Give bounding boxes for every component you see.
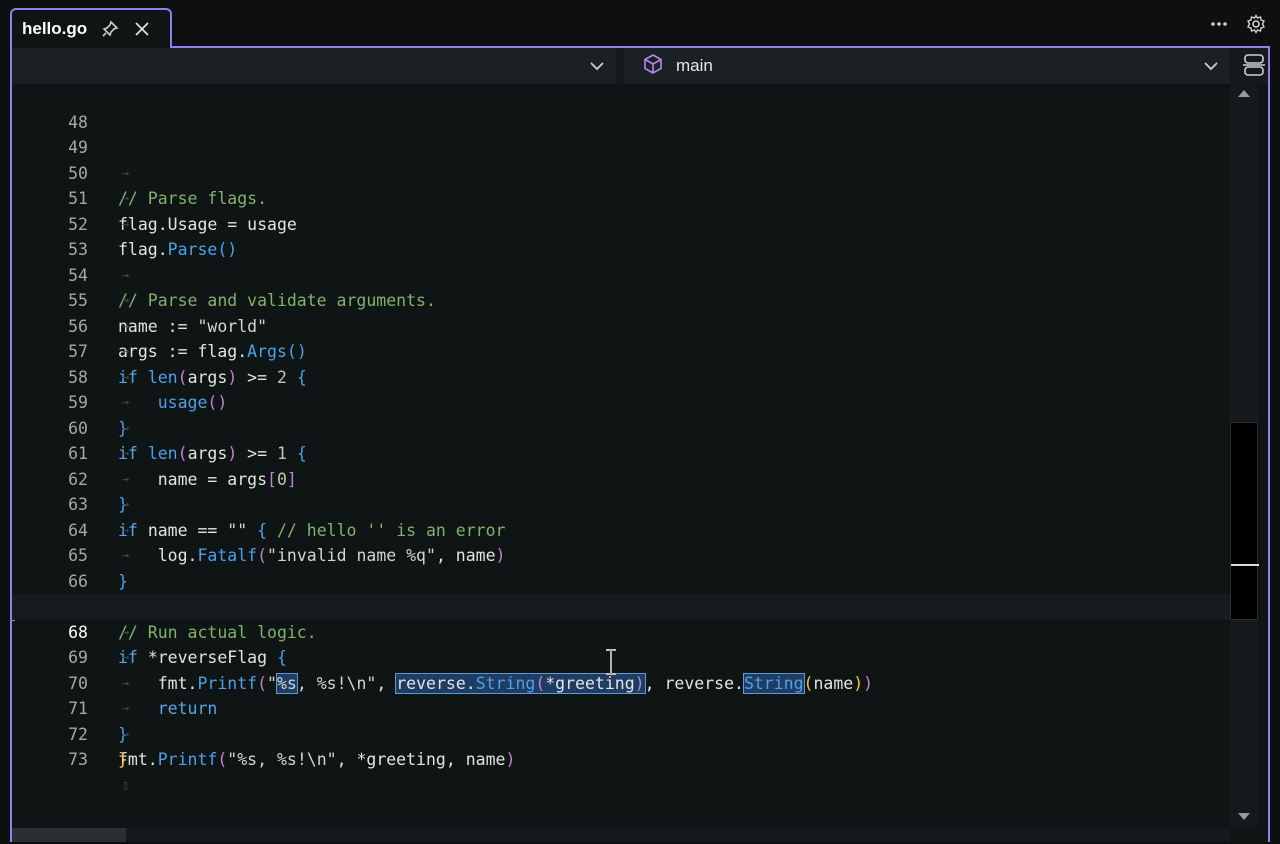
code-line: 50 → flag.Usage = usage <box>12 135 1230 234</box>
close-icon[interactable] <box>133 20 151 38</box>
vertical-scrollbar[interactable] <box>1230 84 1259 828</box>
code-line: 63 → log.Fatalf("invalid name %q", name) <box>12 467 1230 565</box>
code-line: 59 → if len(args) >= 1 { <box>12 365 1230 463</box>
code-line: 64 → } <box>12 492 1230 591</box>
scroll-up-icon[interactable] <box>1238 90 1250 97</box>
pin-icon[interactable] <box>101 20 119 38</box>
member-dropdown[interactable]: main <box>624 48 1230 84</box>
member-dropdown-value: main <box>676 56 713 75</box>
navigation-bar: main <box>12 48 1268 84</box>
code-line: 62 → if name == "" { // hello '' is an e… <box>12 441 1230 540</box>
end-of-file-glyph-icon: ▯ <box>122 777 130 792</box>
line-number: 73 <box>68 750 88 770</box>
chevron-down-icon <box>1202 57 1220 80</box>
code-line-current: 68 → fmt.Printf("%s, %s!\n", reverse.Str… <box>12 594 1230 694</box>
text-cursor-icon <box>603 648 619 681</box>
gear-icon[interactable] <box>1246 14 1266 34</box>
scroll-down-icon[interactable] <box>1238 813 1250 820</box>
code-token: ( <box>217 750 228 770</box>
scope-dropdown[interactable] <box>12 48 616 84</box>
code-line: 72 } <box>12 696 1230 770</box>
code-token: , *greeting, name <box>336 750 506 770</box>
code-line: 66 → // Run actual logic. <box>12 543 1230 642</box>
code-line: 61 → } <box>12 416 1230 514</box>
horizontal-scrollbar[interactable] <box>12 828 1230 842</box>
tab-bar: hello.go <box>0 0 1280 48</box>
horizontal-scrollbar-thumb[interactable] <box>12 828 126 842</box>
code-token: Printf <box>157 750 218 770</box>
code-line: 52 <box>12 186 1230 234</box>
code-line: 73 ▯ <box>12 722 1230 792</box>
code-line: 69 → return <box>12 620 1230 718</box>
string-literal: "%s, %s!\n" <box>227 750 337 770</box>
more-icon[interactable] <box>1210 21 1228 27</box>
scrollbar-cursor-marker <box>1231 564 1259 566</box>
code-line: 53 → // Parse and validate arguments. <box>12 212 1230 310</box>
code-line: 65 <box>12 518 1230 565</box>
code-line: 58 → } <box>12 339 1230 438</box>
code-line: 60 → name = args[0] <box>12 390 1230 489</box>
code-line: 71 → fmt.Printf("%s, %s!\n", *greeting, … <box>12 671 1230 769</box>
code-line: 70 → } <box>12 645 1230 744</box>
cube-icon <box>642 53 664 80</box>
code-token: ) <box>505 750 516 770</box>
code-line: 56 → if len(args) >= 2 { <box>12 288 1230 387</box>
code-line: 57 → usage() <box>12 314 1230 412</box>
code-line: 51 → flag.Parse() <box>12 161 1230 259</box>
tab-title: hello.go <box>22 19 88 38</box>
scrollbar-thumb[interactable] <box>1230 422 1259 620</box>
code-token: } <box>118 750 128 770</box>
code-line: 49 → // Parse flags. <box>12 110 1230 208</box>
code-line: 67 → if *reverseFlag { <box>12 569 1230 667</box>
split-editor-icon[interactable] <box>1242 52 1268 78</box>
tab-hello-go[interactable]: hello.go <box>10 8 172 48</box>
code-line: 55 → args := flag.Args() <box>12 263 1230 361</box>
code-line: 48 <box>12 84 1230 132</box>
chevron-down-icon <box>588 57 606 80</box>
code-line: 54 → name := "world" <box>12 237 1230 336</box>
code-editor[interactable]: 48 49 → // Parse flags. 50 → flag.Usage … <box>12 84 1230 828</box>
